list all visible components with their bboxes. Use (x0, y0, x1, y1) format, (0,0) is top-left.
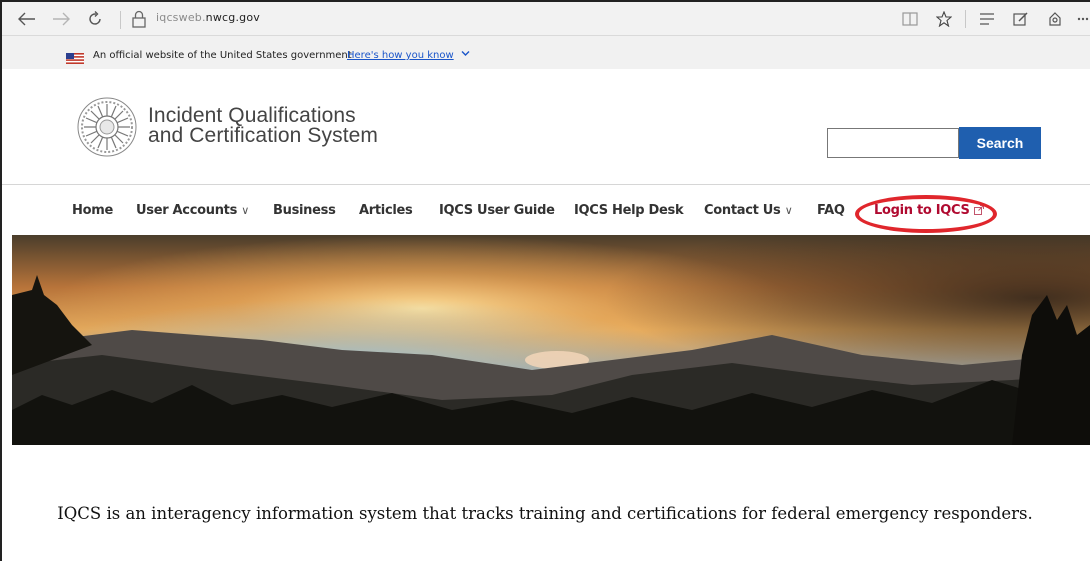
web-note-icon[interactable] (1008, 6, 1034, 32)
nav-item-label: Contact Us (704, 203, 781, 218)
chevron-down-icon[interactable] (461, 49, 470, 60)
nav-item-label: IQCS Help Desk (574, 203, 684, 218)
nav-item-faq[interactable]: FAQ (817, 203, 845, 218)
address-bar[interactable]: iqcsweb.nwcg.gov (156, 11, 260, 24)
hero-banner-image (12, 235, 1090, 445)
share-icon[interactable] (1042, 6, 1068, 32)
hub-icon[interactable] (974, 6, 1000, 32)
us-flag-icon (66, 51, 84, 64)
gov-banner-link[interactable]: Here's how you know (347, 50, 454, 61)
browser-actions (889, 6, 1090, 32)
nav-item-contact-us[interactable]: Contact Us ∨ (704, 203, 793, 218)
refresh-icon[interactable] (82, 6, 108, 32)
nav-item-user-guide[interactable]: IQCS User Guide (439, 203, 555, 218)
mountain-sunset-image (12, 235, 1090, 445)
toolbar-divider-right (965, 10, 966, 28)
nav-item-user-accounts[interactable]: User Accounts ∨ (136, 203, 249, 218)
reading-view-icon[interactable] (897, 6, 923, 32)
more-icon[interactable] (1076, 6, 1090, 32)
chevron-down-icon: ∨ (241, 204, 250, 217)
gov-banner: An official website of the United States… (2, 36, 1090, 69)
back-icon[interactable] (14, 6, 40, 32)
nav-item-label: Home (72, 203, 113, 218)
nav-item-label: FAQ (817, 203, 845, 218)
browser-toolbar: iqcsweb.nwcg.gov (2, 2, 1090, 36)
site-title-line2[interactable]: and Certification System (148, 124, 378, 148)
nav-item-business[interactable]: Business (273, 203, 336, 218)
forward-icon[interactable] (48, 6, 74, 32)
nav-item-label: Business (273, 203, 336, 218)
nav-item-label: Articles (359, 203, 413, 218)
nav-item-home[interactable]: Home (72, 203, 113, 218)
main-nav: Home User Accounts ∨ Business Articles I… (2, 185, 1090, 235)
chevron-down-icon: ∨ (784, 204, 793, 217)
search-button[interactable]: Search (959, 127, 1041, 159)
nav-item-label: User Accounts (136, 203, 238, 218)
toolbar-divider (120, 11, 121, 29)
gov-banner-text: An official website of the United States… (93, 50, 352, 61)
nav-item-articles[interactable]: Articles (359, 203, 413, 218)
login-highlight-annotation (855, 195, 997, 233)
url-prefix: iqcsweb. (156, 11, 206, 24)
nav-item-label: IQCS User Guide (439, 203, 555, 218)
url-host: nwcg.gov (205, 11, 260, 24)
lock-icon[interactable] (128, 8, 150, 30)
search-input[interactable] (827, 128, 959, 158)
intro-description: IQCS is an interagency information syste… (57, 504, 1033, 523)
iqcs-seal-logo[interactable] (76, 96, 138, 158)
site-header: Incident Qualifications and Certificatio… (2, 69, 1090, 185)
favorite-star-icon[interactable] (931, 6, 957, 32)
nav-item-help-desk[interactable]: IQCS Help Desk (574, 203, 684, 218)
